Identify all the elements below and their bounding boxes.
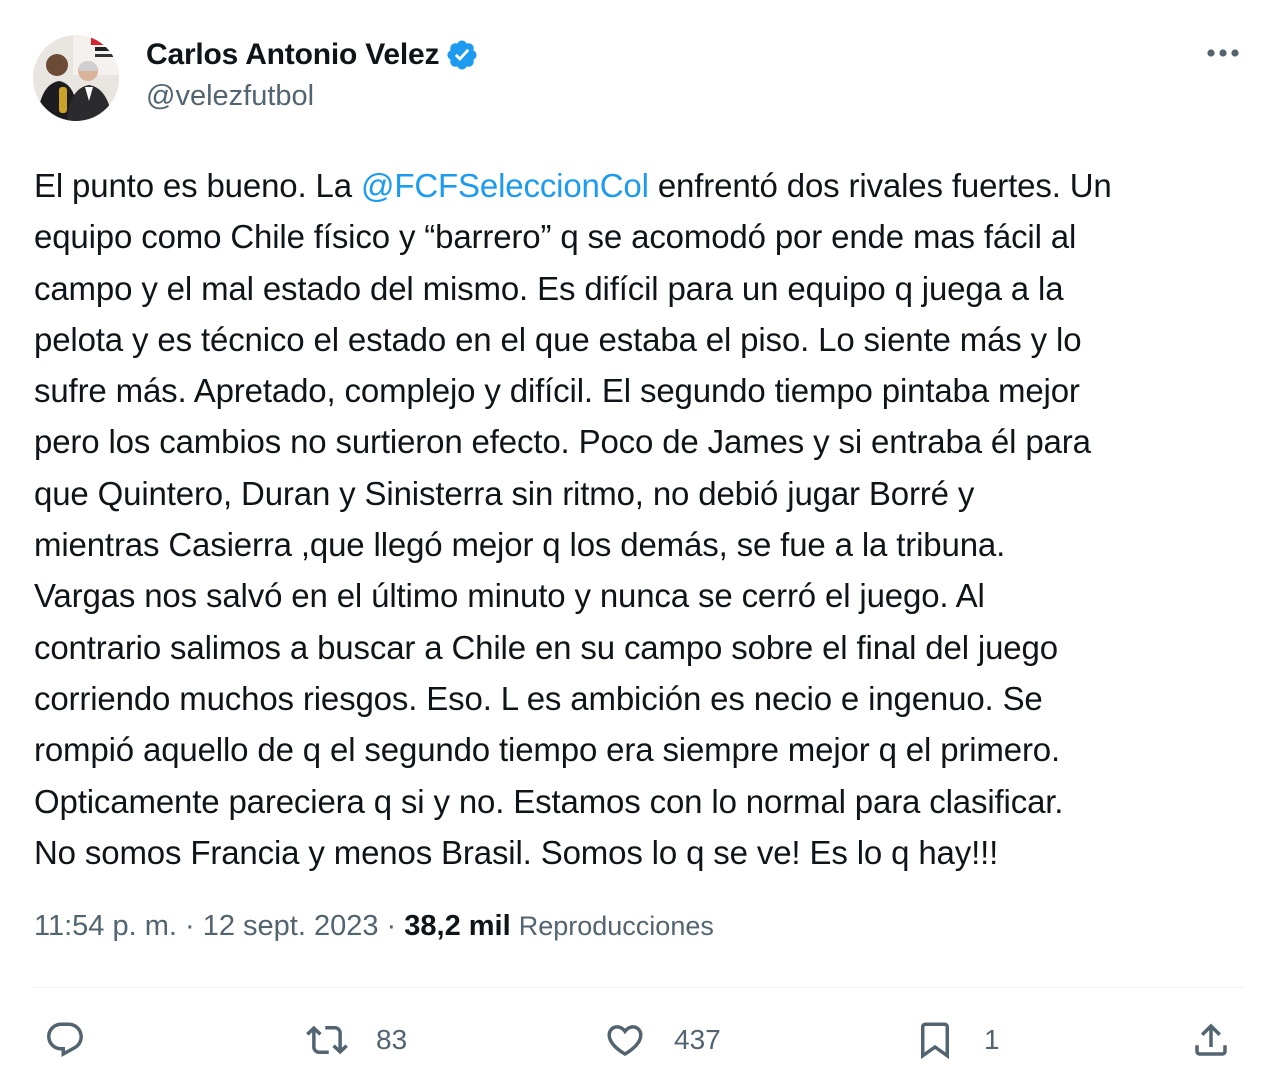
divider (33, 987, 1245, 988)
retweet-button[interactable]: 83 (306, 1010, 407, 1070)
meta-separator: · (378, 910, 405, 942)
tweet-text-segment: equipo como Chile físico y “barrero” q s… (34, 218, 1077, 256)
share-icon (1195, 1023, 1227, 1056)
tweet-text-line: Opticamente pareciera q si y no. Estamos… (34, 776, 1254, 827)
tweet-text-segment: Vargas nos salvó en el último minuto y n… (34, 577, 985, 615)
tweet: Carlos Antonio Velez @velezfutbol El pun… (0, 0, 1280, 1092)
bookmark-button[interactable]: 1 (914, 1010, 1000, 1070)
tweet-text-line: sufre más. Apretado, complejo y difícil.… (34, 365, 1254, 416)
mention-link[interactable]: @FCFSeleccionCol (361, 167, 649, 204)
tweet-text-line: rompió aquello de q el segundo tiempo er… (34, 724, 1254, 775)
bookmark-count: 1 (984, 1024, 1000, 1055)
more-icon (1207, 49, 1239, 57)
tweet-text-line: Vargas nos salvó en el último minuto y n… (34, 570, 1254, 621)
tweet-text-segment: sufre más. Apretado, complejo y difícil.… (34, 372, 1080, 410)
tweet-text-line: El punto es bueno. La @FCFSeleccionCol e… (34, 160, 1254, 211)
tweet-text-line: pero los cambios no surtieron efecto. Po… (34, 416, 1254, 467)
heart-icon (607, 1025, 643, 1057)
avatar-photo (33, 35, 119, 121)
tweet-text-segment: contrario salimos a buscar a Chile en su… (34, 628, 1058, 666)
avatar[interactable] (33, 35, 119, 121)
tweet-text-segment: pero los cambios no surtieron efecto. Po… (34, 423, 1091, 461)
tweet-text-segment: El punto es bueno. La (34, 167, 361, 204)
tweet-meta: 11:54 p. m. · 12 sept. 2023 · 38,2 mil R… (34, 910, 714, 943)
tweet-text-line: campo y el mal estado del mismo. Es difí… (34, 263, 1254, 314)
tweet-text-segment: mientras Casierra ,que llegó mejor q los… (34, 526, 1006, 564)
tweet-text-segment: rompió aquello de q el segundo tiempo er… (34, 731, 1061, 769)
author-display-name[interactable]: Carlos Antonio Velez (146, 38, 439, 72)
tweet-text-line: que Quintero, Duran y Sinisterra sin rit… (34, 468, 1254, 519)
tweet-text-segment: Opticamente pareciera q si y no. Estamos… (34, 782, 1064, 820)
tweet-time[interactable]: 11:54 p. m. (34, 910, 177, 942)
tweet-text-segment: pelota y es técnico el estado en el que … (34, 320, 1082, 358)
tweet-text: El punto es bueno. La @FCFSeleccionCol e… (34, 160, 1254, 878)
author-name-row: Carlos Antonio Velez (146, 36, 479, 74)
tweet-text-segment: corriendo muchos riesgos. Eso. L es ambi… (34, 679, 1043, 717)
tweet-text-line: No somos Francia y menos Brasil. Somos l… (34, 827, 1254, 878)
share-button[interactable] (1190, 1010, 1232, 1070)
verified-badge-icon[interactable] (445, 38, 479, 72)
retweet-count: 83 (376, 1024, 408, 1055)
more-options-button[interactable] (1200, 33, 1246, 73)
meta-separator: · (176, 910, 203, 942)
tweet-text-segment: campo y el mal estado del mismo. Es difí… (34, 269, 1064, 307)
like-count: 437 (674, 1024, 721, 1055)
views-label: Reproducciones (518, 911, 714, 941)
like-button[interactable]: 437 (604, 1010, 721, 1070)
reply-icon (47, 1022, 83, 1057)
retweet-icon (306, 1025, 348, 1055)
tweet-text-line: corriendo muchos riesgos. Eso. L es ambi… (34, 673, 1254, 724)
tweet-date[interactable]: 12 sept. 2023 (203, 910, 379, 942)
views-count: 38,2 mil (404, 910, 511, 942)
author-handle[interactable]: @velezfutbol (146, 80, 314, 113)
tweet-text-segment: que Quintero, Duran y Sinisterra sin rit… (34, 474, 975, 512)
reply-button[interactable] (44, 1010, 86, 1070)
tweet-text-segment: No somos Francia y menos Brasil. Somos l… (34, 833, 999, 871)
tweet-text-line: mientras Casierra ,que llegó mejor q los… (34, 519, 1254, 570)
tweet-text-line: contrario salimos a buscar a Chile en su… (34, 622, 1254, 673)
tweet-text-segment: enfrentó dos rivales fuertes. Un (648, 167, 1112, 204)
tweet-text-line: equipo como Chile físico y “barrero” q s… (34, 211, 1254, 262)
tweet-text-line: pelota y es técnico el estado en el que … (34, 314, 1254, 365)
bookmark-icon (921, 1022, 949, 1060)
